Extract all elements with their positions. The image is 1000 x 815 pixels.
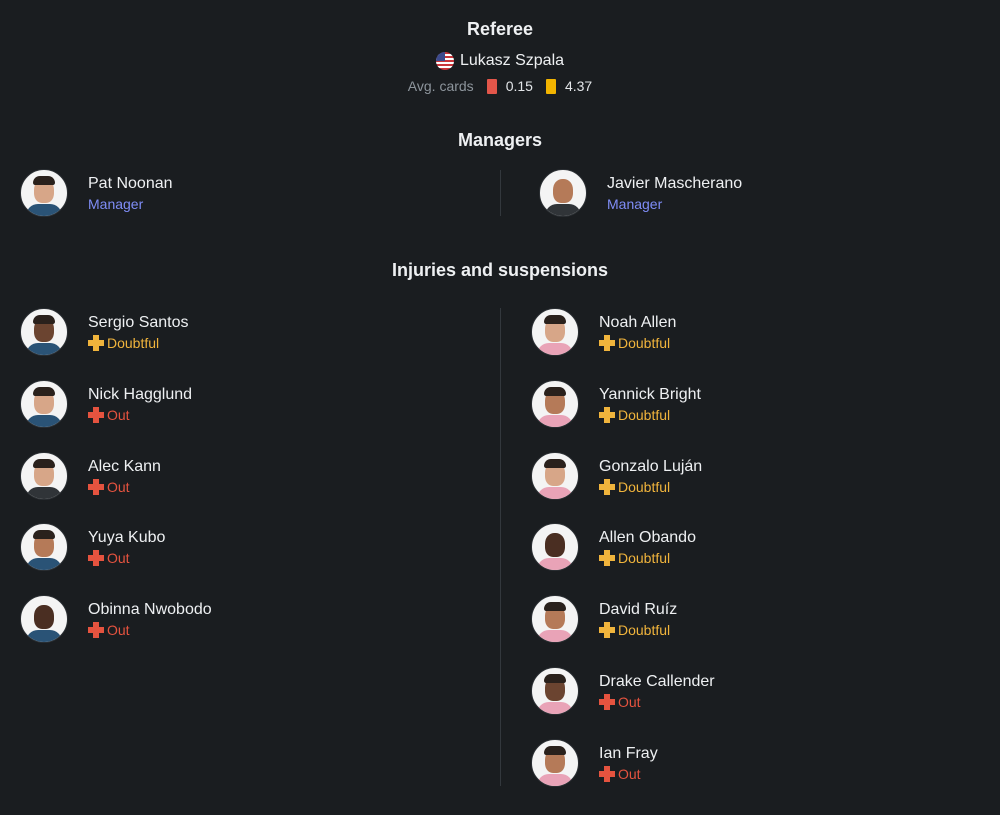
player-name: Alec Kann — [88, 458, 161, 475]
status-label: Out — [107, 479, 130, 495]
avatar — [531, 308, 579, 356]
player-name: Allen Obando — [599, 529, 696, 546]
out-plus-icon — [88, 550, 104, 566]
injuries-title: Injuries and suspensions — [391, 260, 609, 280]
player-name: Nick Hagglund — [88, 386, 193, 403]
manager-name: Pat Noonan — [88, 175, 173, 192]
injury-row-away[interactable]: Drake Callender Out — [531, 667, 715, 715]
injury-row-away[interactable]: Gonzalo Luján Doubtful — [531, 452, 702, 500]
injury-row-home[interactable]: Obinna Nwobodo Out — [20, 595, 212, 643]
injury-row-away[interactable]: Ian Fray Out — [531, 739, 658, 787]
injury-row-away[interactable]: David Ruíz Doubtful — [531, 595, 677, 643]
out-plus-icon — [599, 694, 615, 710]
avatar — [531, 595, 579, 643]
manager-role: Manager — [607, 196, 663, 212]
doubtful-plus-icon — [599, 550, 615, 566]
player-name: Noah Allen — [599, 314, 677, 331]
injury-row-home[interactable]: Sergio Santos Doubtful — [20, 308, 189, 356]
player-status: Doubtful — [599, 478, 702, 496]
doubtful-plus-icon — [88, 335, 104, 351]
player-name: Drake Callender — [599, 673, 715, 690]
managers-title: Managers — [457, 130, 543, 150]
status-label: Doubtful — [618, 622, 671, 638]
player-name: Sergio Santos — [88, 314, 189, 331]
player-status: Doubtful — [599, 621, 677, 639]
avatar — [531, 380, 579, 428]
avatar — [531, 667, 579, 715]
out-plus-icon — [599, 766, 615, 782]
out-plus-icon — [88, 407, 104, 423]
avatar — [539, 169, 587, 217]
status-label: Doubtful — [618, 550, 671, 566]
avatar — [20, 380, 68, 428]
injury-row-home[interactable]: Nick Hagglund Out — [20, 380, 192, 428]
out-plus-icon — [88, 622, 104, 638]
player-status: Out — [88, 621, 212, 639]
injury-row-home[interactable]: Alec Kann Out — [20, 452, 161, 500]
player-name: Gonzalo Luján — [599, 458, 703, 475]
status-label: Doubtful — [618, 479, 671, 495]
doubtful-plus-icon — [599, 479, 615, 495]
injury-row-home[interactable]: Yuya Kubo Out — [20, 523, 165, 571]
status-label: Doubtful — [107, 335, 160, 351]
doubtful-plus-icon — [599, 335, 615, 351]
yellow-cards-value: 4.37 — [564, 78, 593, 94]
doubtful-plus-icon — [599, 622, 615, 638]
avatar — [20, 169, 68, 217]
avatar — [531, 452, 579, 500]
status-label: Doubtful — [618, 335, 671, 351]
avatar — [20, 523, 68, 571]
injury-row-away[interactable]: Noah Allen Doubtful — [531, 308, 676, 356]
player-status: Out — [599, 765, 658, 783]
us-flag-icon — [435, 52, 454, 70]
status-label: Out — [107, 407, 130, 423]
avatar — [20, 308, 68, 356]
status-label: Doubtful — [618, 407, 671, 423]
player-status: Doubtful — [599, 549, 696, 567]
injury-row-away[interactable]: Yannick Bright Doubtful — [531, 380, 701, 428]
out-plus-icon — [88, 479, 104, 495]
player-name: Ian Fray — [599, 745, 658, 762]
player-status: Doubtful — [88, 334, 189, 352]
yellow-card-icon — [545, 78, 556, 94]
manager-home[interactable]: Pat Noonan Manager — [20, 169, 173, 217]
player-status: Out — [88, 478, 161, 496]
doubtful-plus-icon — [599, 407, 615, 423]
player-name: Obinna Nwobodo — [88, 601, 212, 618]
avatar — [531, 523, 579, 571]
referee-avg-cards: Avg. cards 0.15 4.37 — [0, 78, 1000, 94]
player-status: Doubtful — [599, 334, 676, 352]
player-status: Doubtful — [599, 406, 701, 424]
manager-away[interactable]: Javier Mascherano Manager — [539, 169, 742, 217]
player-name: Yannick Bright — [599, 386, 701, 403]
status-label: Out — [107, 550, 130, 566]
manager-role: Manager — [88, 196, 144, 212]
status-label: Out — [618, 766, 641, 782]
status-label: Out — [107, 622, 130, 638]
avatar — [531, 739, 579, 787]
managers-divider — [500, 170, 501, 216]
avatar — [20, 595, 68, 643]
manager-name: Javier Mascherano — [607, 175, 743, 192]
player-status: Out — [88, 549, 165, 567]
red-card-icon — [486, 78, 497, 94]
player-status: Out — [88, 406, 192, 424]
red-cards-value: 0.15 — [505, 78, 533, 94]
injury-row-away[interactable]: Allen Obando Doubtful — [531, 523, 696, 571]
avg-cards-label: Avg. cards — [407, 78, 474, 94]
player-status: Out — [599, 693, 715, 711]
referee-name-row: Lukasz Szpala — [0, 52, 1000, 70]
player-name: Yuya Kubo — [88, 529, 166, 546]
avatar — [20, 452, 68, 500]
referee-name[interactable]: Lukasz Szpala — [460, 52, 564, 70]
status-label: Out — [618, 694, 641, 710]
injuries-divider — [500, 308, 501, 786]
player-name: David Ruíz — [599, 601, 678, 618]
referee-title: Referee — [466, 19, 534, 39]
